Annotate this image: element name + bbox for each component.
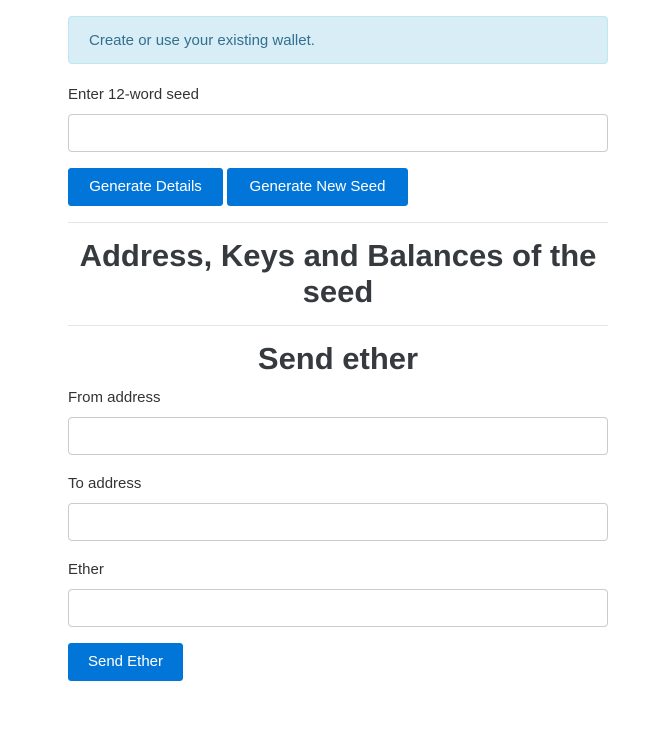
to-address-label: To address <box>68 475 142 492</box>
generate-details-button[interactable]: Generate Details <box>68 168 223 206</box>
send-ether-button[interactable]: Send Ether <box>68 643 183 681</box>
ether-label: Ether <box>68 561 104 578</box>
send-ether-heading: Send ether <box>257 341 419 376</box>
from-address-label: From address <box>68 389 161 406</box>
divider <box>68 222 608 223</box>
ether-amount-input[interactable] <box>68 589 608 627</box>
to-address-input[interactable] <box>68 503 608 541</box>
seed-input[interactable] <box>68 114 608 152</box>
from-address-input[interactable] <box>68 417 608 455</box>
seed-label: Enter 12-word seed <box>68 86 199 103</box>
info-alert: Create or use your existing wallet. <box>68 16 608 64</box>
seed-details-heading: Address, Keys and Balances of the seed <box>79 238 597 309</box>
divider <box>68 325 608 326</box>
generate-new-seed-button[interactable]: Generate New Seed <box>227 168 408 206</box>
